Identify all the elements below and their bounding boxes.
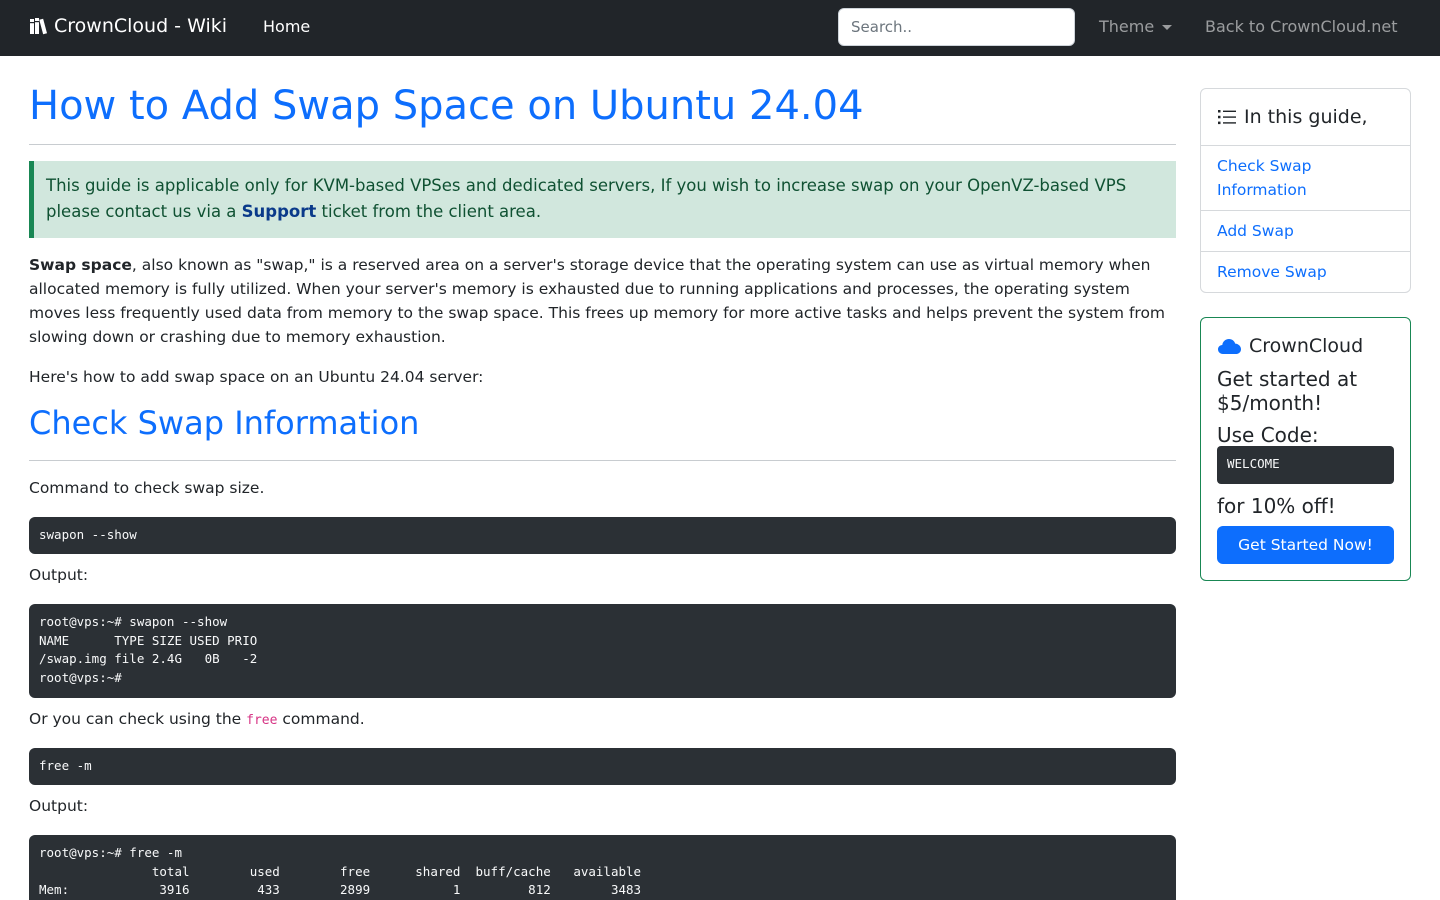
books-icon: [29, 16, 49, 36]
table-of-contents: In this guide, Check Swap Information Ad…: [1200, 88, 1411, 293]
howto-paragraph: Here's how to add swap space on an Ubunt…: [29, 368, 484, 386]
chevron-down-icon: [1162, 25, 1173, 30]
search-input[interactable]: [838, 8, 1075, 46]
code-block-swapon-output[interactable]: root@vps:~# swapon --show NAME TYPE SIZE…: [29, 604, 1176, 698]
output-label: Output:: [29, 797, 89, 815]
page-title: How to Add Swap Space on Ubuntu 24.04: [29, 83, 864, 129]
check-command-label: Command to check swap size.: [29, 479, 265, 497]
intro-text: , also known as "swap," is a reserved ar…: [29, 256, 1166, 346]
cloud-icon: [1217, 337, 1242, 355]
promo-brand-text: CrownCloud: [1249, 335, 1364, 357]
section-check-swap-heading: Check Swap Information: [29, 404, 420, 442]
promo-brand: CrownCloud: [1217, 335, 1363, 357]
top-navbar: CrownCloud - Wiki Home Theme Back to Cro…: [0, 0, 1440, 56]
alt-command-paragraph: Or you can check using the free command.: [29, 707, 1176, 733]
inline-code-free: free: [246, 713, 278, 728]
support-link[interactable]: Support: [242, 202, 317, 221]
toc-item-check-swap[interactable]: Check Swap Information: [1201, 146, 1410, 211]
code-block-swapon[interactable]: swapon --show: [29, 517, 1176, 554]
intro-paragraph: Swap space, also known as "swap," is a r…: [29, 253, 1176, 349]
promo-price-text: Get started at $5/month!: [1217, 367, 1358, 415]
promo-card: CrownCloud Get started at $5/month! Use …: [1200, 317, 1411, 581]
promo-discount-text: for 10% off!: [1217, 494, 1336, 518]
alert-text-before: This guide is applicable only for KVM-ba…: [46, 176, 1127, 221]
code-block-free[interactable]: free -m: [29, 748, 1176, 785]
toc-title: In this guide,: [1244, 106, 1368, 128]
section-divider: [29, 460, 1176, 461]
brand-text: CrownCloud - Wiki: [54, 15, 228, 37]
promo-code[interactable]: WELCOME: [1217, 446, 1394, 484]
alt-text-after: command.: [277, 710, 365, 728]
nav-home-link[interactable]: Home: [263, 17, 310, 36]
get-started-button[interactable]: Get Started Now!: [1217, 526, 1394, 564]
brand-link[interactable]: CrownCloud - Wiki: [29, 15, 227, 37]
title-divider: [29, 144, 1176, 145]
theme-label: Theme: [1099, 17, 1155, 36]
code-block-free-output[interactable]: root@vps:~# free -m total used free shar…: [29, 835, 1176, 900]
theme-dropdown[interactable]: Theme: [1099, 17, 1173, 36]
intro-bold: Swap space: [29, 256, 132, 274]
promo-code-label: Use Code:: [1217, 423, 1319, 447]
output-label: Output:: [29, 566, 89, 584]
toc-header: In this guide,: [1201, 89, 1410, 146]
list-icon: [1217, 108, 1237, 126]
info-alert: This guide is applicable only for KVM-ba…: [29, 161, 1176, 238]
back-to-site-link[interactable]: Back to CrownCloud.net: [1205, 17, 1398, 36]
alt-text-before: Or you can check using the: [29, 710, 247, 728]
toc-item-remove-swap[interactable]: Remove Swap: [1201, 252, 1410, 292]
alert-text-after: ticket from the client area.: [316, 202, 542, 221]
toc-item-add-swap[interactable]: Add Swap: [1201, 211, 1410, 252]
